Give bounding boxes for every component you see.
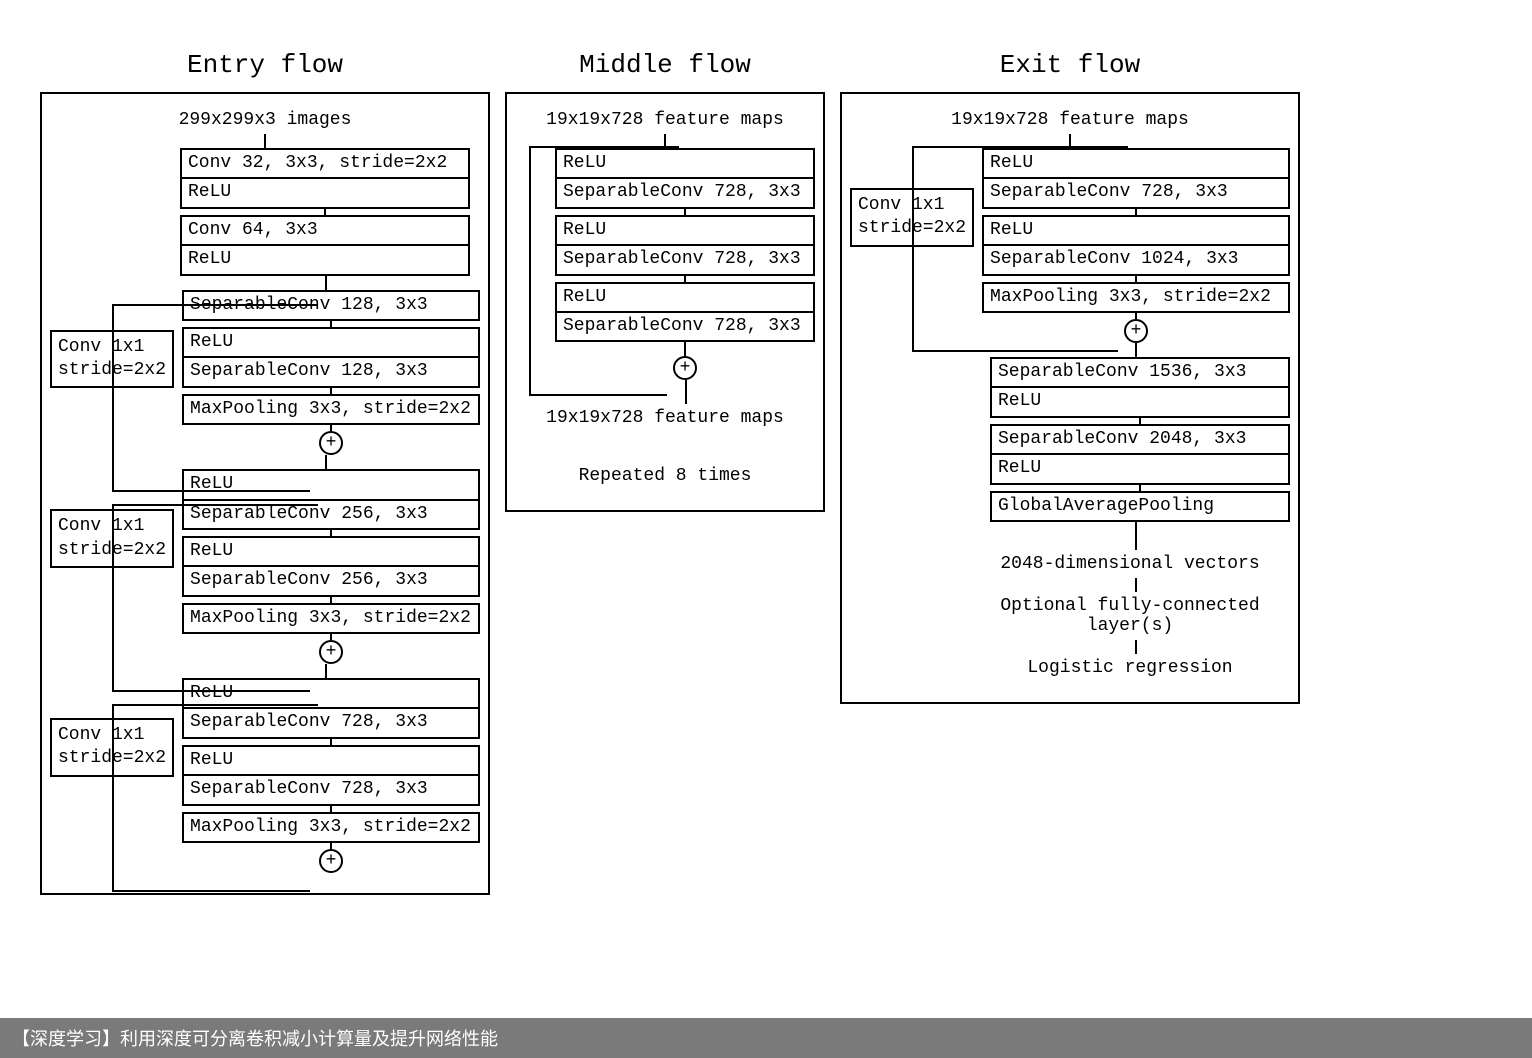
op-box: ReLU [182, 327, 480, 358]
op-box: ReLU [982, 148, 1290, 179]
op-box: ReLU [555, 282, 815, 313]
exit-tail-a: 2048-dimensional vectors [970, 554, 1290, 574]
add-icon: + [1124, 319, 1148, 343]
middle-flow-column: Middle flow 19x19x728 feature maps ReLU … [505, 50, 825, 512]
op-box: ReLU [555, 148, 815, 179]
op-box: SeparableConv 256, 3x3 [182, 567, 480, 596]
op-box: ReLU [182, 536, 480, 567]
exit-block-1: Conv 1x1 stride=2x2 ReLU SeparableConv 7… [850, 148, 1290, 343]
op-box: SeparableConv 728, 3x3 [555, 246, 815, 275]
middle-box: 19x19x728 feature maps ReLU SeparableCon… [505, 92, 825, 512]
op-box: SeparableConv 1536, 3x3 [990, 357, 1290, 388]
add-icon: + [673, 356, 697, 380]
exit-box: 19x19x728 feature maps Conv 1x1 stride=2… [840, 92, 1300, 704]
op-box: MaxPooling 3x3, stride=2x2 [182, 812, 480, 843]
entry-flow-column: Entry flow 299x299x3 images Conv 32, 3x3… [40, 50, 490, 895]
op-box: ReLU [182, 745, 480, 776]
op-box: SeparableConv 2048, 3x3 [990, 424, 1290, 455]
exit-tail-c: Logistic regression [970, 658, 1290, 678]
add-icon: + [319, 431, 343, 455]
add-icon: + [319, 849, 343, 873]
entry-box: 299x299x3 images Conv 32, 3x3, stride=2x… [40, 92, 490, 895]
op-box: ReLU [555, 215, 815, 246]
op-box: SeparableConv 728, 3x3 [982, 179, 1290, 208]
middle-repeat: Repeated 8 times [515, 466, 815, 486]
middle-title: Middle flow [505, 50, 825, 80]
op-box: SeparableConv 728, 3x3 [555, 313, 815, 342]
op-box: Conv 64, 3x3 [180, 215, 470, 246]
op-box: ReLU [982, 215, 1290, 246]
entry-block-2: Conv 1x1 stride=2x2 ReLU SeparableConv 2… [50, 469, 480, 664]
entry-block-1: Conv 1x1 stride=2x2 SeparableConv 128, 3… [50, 290, 480, 456]
op-box: MaxPooling 3x3, stride=2x2 [982, 282, 1290, 313]
entry-title: Entry flow [40, 50, 490, 80]
op-box: ReLU [182, 469, 480, 500]
middle-output: 19x19x728 feature maps [515, 408, 815, 428]
exit-flow-column: Exit flow 19x19x728 feature maps Conv 1x… [840, 50, 1300, 704]
exit-tail-b: Optional fully-connected layer(s) [970, 596, 1290, 636]
op-box: Conv 32, 3x3, stride=2x2 [180, 148, 470, 179]
entry-input: 299x299x3 images [50, 110, 480, 130]
op-box: MaxPooling 3x3, stride=2x2 [182, 394, 480, 425]
entry-block-3: Conv 1x1 stride=2x2 ReLU SeparableConv 7… [50, 678, 480, 873]
middle-input: 19x19x728 feature maps [515, 110, 815, 130]
op-box: SeparableConv 128, 3x3 [182, 358, 480, 387]
op-box: ReLU [990, 388, 1290, 417]
add-icon: + [319, 640, 343, 664]
footer-caption: 【深度学习】利用深度可分离卷积减小计算量及提升网络性能 [0, 1018, 1532, 1058]
exit-title: Exit flow [840, 50, 1300, 80]
op-box: SeparableConv 728, 3x3 [182, 776, 480, 805]
op-box: GlobalAveragePooling [990, 491, 1290, 522]
op-box: SeparableConv 728, 3x3 [555, 179, 815, 208]
op-box: ReLU [180, 246, 470, 275]
op-box: SeparableConv 728, 3x3 [182, 709, 480, 738]
op-box: SeparableConv 1024, 3x3 [982, 246, 1290, 275]
op-box: MaxPooling 3x3, stride=2x2 [182, 603, 480, 634]
op-box: ReLU [180, 179, 470, 208]
exit-input: 19x19x728 feature maps [850, 110, 1290, 130]
op-box: ReLU [990, 455, 1290, 484]
